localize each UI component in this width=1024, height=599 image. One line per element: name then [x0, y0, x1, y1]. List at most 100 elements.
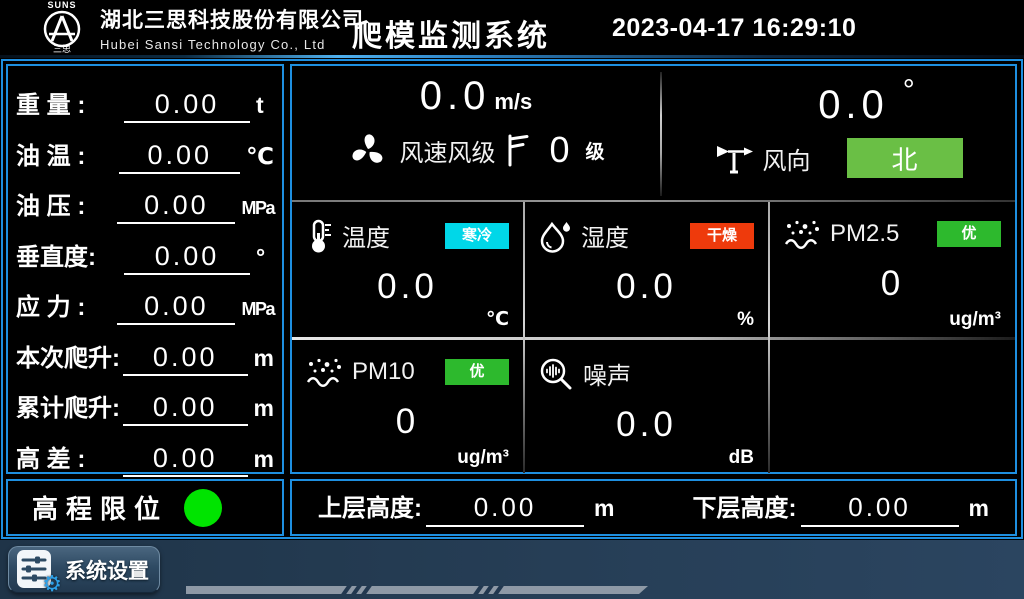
system-settings-button[interactable]: ⚙ 系统设置: [8, 546, 160, 593]
wind-vane-icon: [715, 141, 753, 175]
elevation-limit-panel: 高程限位: [6, 479, 284, 536]
water-drop-icon: [539, 219, 571, 253]
company-name-cn: 湖北三思科技股份有限公司: [100, 4, 364, 34]
metric-row-total-climb: 累计爬升: 0.00 m: [16, 374, 274, 425]
upper-height-unit: m: [594, 495, 614, 522]
humidity-cell: 湿度 干燥 0.0 %: [525, 202, 768, 337]
wind-direction-section: 0.0 ° 风向 北: [662, 66, 1015, 200]
metric-value: 0.00: [117, 190, 235, 224]
pm25-unit: ug/m³: [949, 309, 1001, 331]
humidity-label: 湿度: [581, 218, 629, 253]
metric-value: 0.00: [117, 291, 235, 325]
pm10-value: 0: [292, 402, 523, 442]
company-logo: SUNS 三思: [26, 1, 98, 55]
fan-icon: [347, 129, 389, 171]
wind-direction-button[interactable]: 北: [847, 138, 963, 178]
header: SUNS 三思 湖北三思科技股份有限公司 Hubei Sansi Technol…: [0, 0, 1024, 55]
wind-direction-reading: 0.0 °: [662, 74, 1015, 128]
temperature-unit: ℃: [486, 308, 509, 331]
lower-height-group: 下层高度: 0.00 m: [693, 488, 989, 527]
metric-unit: MPa: [241, 299, 274, 320]
lower-height-label: 下层高度:: [693, 488, 797, 523]
metric-value: 0.00: [119, 140, 240, 174]
layer-heights-panel: 上层高度: 0.00 m 下层高度: 0.00 m: [290, 479, 1017, 536]
noise-unit: dB: [729, 447, 754, 469]
metric-value: 0.00: [124, 241, 250, 275]
metric-unit: m: [254, 446, 274, 473]
noise-value: 0.0: [525, 405, 768, 445]
metric-row-current-climb: 本次爬升: 0.00 m: [16, 324, 274, 375]
pm25-value: 0: [770, 264, 1015, 304]
wind-direction-label: 风向: [763, 141, 811, 176]
humidity-status-badge: 干燥: [690, 223, 754, 249]
elevation-limit-indicator: [184, 489, 222, 527]
pm25-label: PM2.5: [830, 220, 899, 248]
noise-meter-icon: [539, 357, 573, 391]
noise-cell: 噪声 0.0 dB: [525, 340, 768, 475]
wind-level-flag-icon: [505, 133, 529, 167]
header-accent-line: [0, 55, 1024, 58]
wind-speed-section: 0.0m/s 风速风级 0 级: [292, 66, 660, 200]
pm25-cell: PM2.5 优 0 ug/m³: [770, 202, 1015, 337]
thermometer-icon: [306, 219, 332, 253]
temperature-value: 0.0: [292, 267, 523, 307]
wind-speed-label: 风速风级: [399, 133, 495, 168]
humidity-unit: %: [737, 309, 754, 331]
lower-height-value: 0.00: [801, 492, 959, 527]
elevation-limit-label: 高程限位: [32, 489, 168, 526]
wind-speed-unit: m/s: [494, 89, 532, 114]
lower-height-unit: m: [969, 495, 989, 522]
datetime-display: 2023-04-17 16:29:10: [612, 14, 856, 43]
pm10-cell: PM10 优 0 ug/m³: [292, 340, 523, 475]
metric-label: 油 温 :: [16, 136, 119, 171]
metric-label: 重 量 :: [16, 85, 124, 120]
noise-label: 噪声: [583, 356, 631, 391]
metric-unit: t: [256, 92, 264, 119]
pm10-unit: ug/m³: [457, 447, 509, 469]
humidity-value: 0.0: [525, 267, 768, 307]
metric-unit: °: [256, 244, 265, 271]
metric-label: 垂直度:: [16, 237, 124, 272]
pm10-label: PM10: [352, 358, 415, 386]
logo-top-text: SUNS: [26, 1, 98, 10]
company-name-en: Hubei Sansi Technology Co., Ltd: [100, 37, 364, 52]
temperature-label: 温度: [342, 218, 390, 253]
upper-height-value: 0.00: [426, 492, 584, 527]
particles-icon: [784, 218, 820, 250]
metric-row-oil-temp: 油 温 : 0.00 ℃: [16, 122, 274, 173]
metric-row-weight: 重 量 : 0.00 t: [16, 71, 274, 122]
pm10-status-badge: 优: [445, 359, 509, 385]
upper-height-group: 上层高度: 0.00 m: [318, 488, 614, 527]
page-title: 爬模监测系统: [352, 11, 550, 55]
metric-row-verticality: 垂直度: 0.00 °: [16, 223, 274, 274]
metric-label: 应 力 :: [16, 287, 117, 322]
wind-speed-value: 0.0: [420, 74, 491, 118]
metric-value: 0.00: [123, 342, 248, 376]
metric-label: 油 压 :: [16, 186, 117, 221]
wind-speed-reading: 0.0m/s: [292, 74, 660, 119]
metric-label: 本次爬升:: [16, 338, 123, 373]
upper-height-label: 上层高度:: [318, 488, 422, 523]
metric-row-stress: 应 力 : 0.00 MPa: [16, 273, 274, 324]
logo-circle-a-icon: [42, 9, 82, 49]
metric-unit: m: [254, 395, 274, 422]
gear-icon: ⚙: [42, 573, 62, 595]
metric-label: 高 差 :: [16, 439, 123, 474]
metric-row-height-diff: 高 差 : 0.00 m: [16, 425, 274, 476]
environment-panel: 0.0m/s 风速风级 0 级 0.0°: [290, 64, 1017, 474]
wind-direction-value: 0.0: [818, 83, 889, 127]
company-name: 湖北三思科技股份有限公司 Hubei Sansi Technology Co.,…: [100, 4, 364, 52]
wind-level-value: 0: [549, 129, 569, 171]
wind-level-unit: 级: [586, 137, 605, 164]
metric-value: 0.00: [124, 89, 250, 123]
metric-unit: m: [254, 345, 274, 372]
wind-direction-unit: °: [903, 74, 915, 107]
metric-value: 0.00: [123, 443, 248, 477]
metric-row-oil-pressure: 油 压 : 0.00 MPa: [16, 172, 274, 223]
metric-unit: MPa: [241, 198, 274, 219]
decorative-stripe: [186, 586, 648, 594]
temperature-status-badge: 寒冷: [445, 223, 509, 249]
temperature-cell: 温度 寒冷 0.0 ℃: [292, 202, 523, 337]
logo-bottom-text: 三思: [26, 45, 98, 54]
particles-icon: [306, 356, 342, 388]
